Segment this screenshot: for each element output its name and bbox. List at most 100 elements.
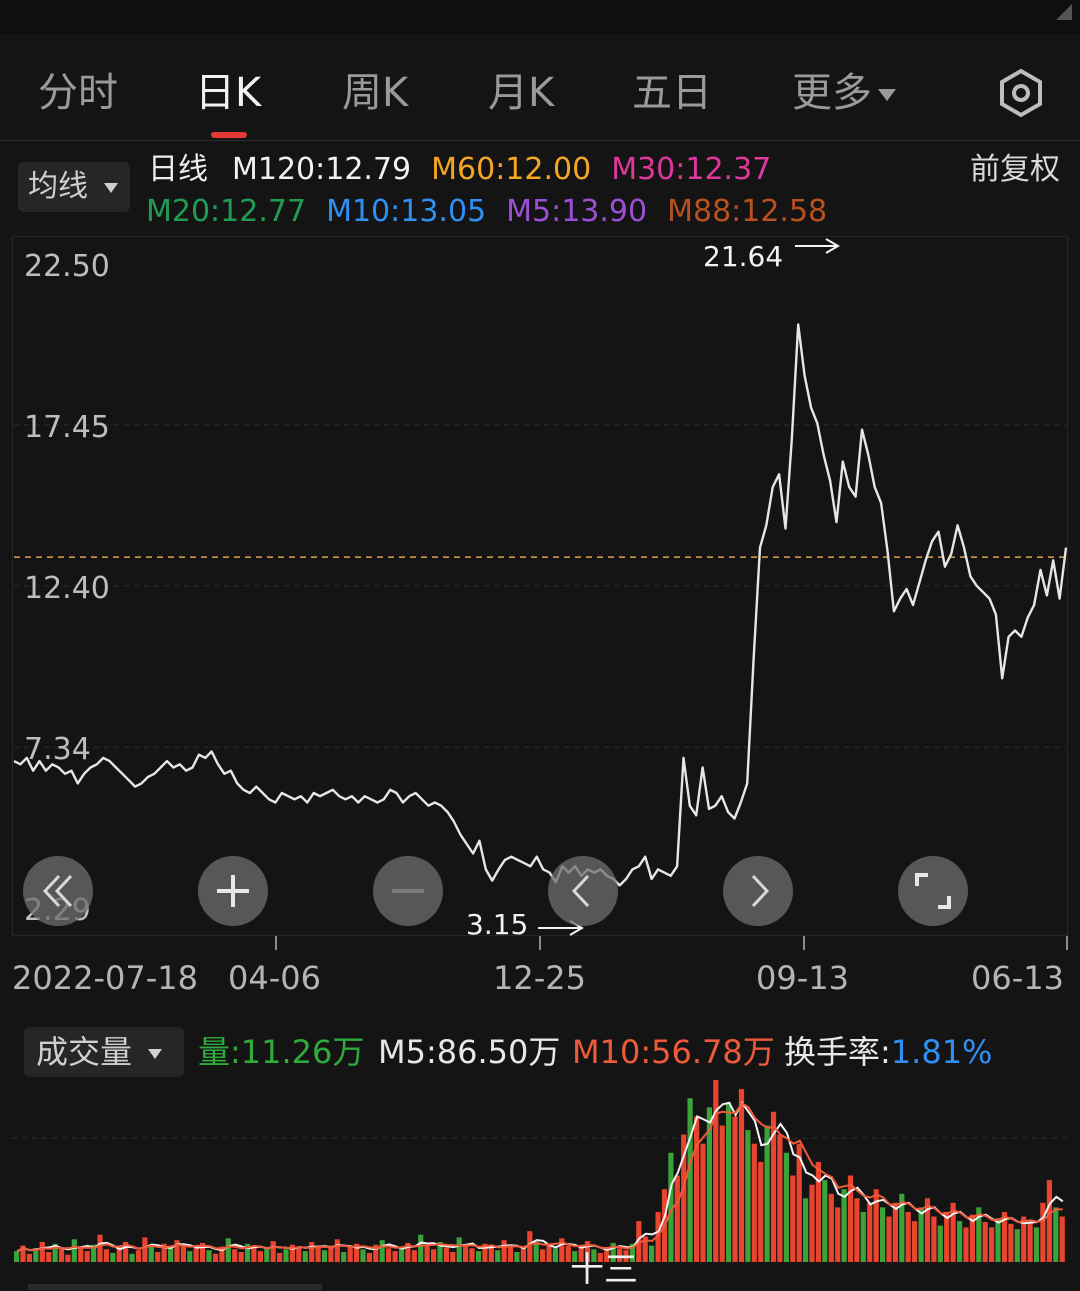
fullscreen-button[interactable]: [898, 856, 968, 926]
volume-bar: [264, 1248, 270, 1262]
y-tick-label: 22.50: [24, 249, 110, 284]
minus-icon: [392, 889, 424, 893]
volume-bar: [533, 1242, 539, 1262]
volume-bar: [103, 1249, 109, 1262]
volume-bar: [1059, 1216, 1065, 1262]
volume-bar: [790, 1175, 796, 1262]
volume-bar: [963, 1227, 969, 1262]
volume-bar: [187, 1251, 193, 1262]
volume-bar: [989, 1227, 995, 1262]
volume-bar: [283, 1249, 289, 1262]
volume-bar: [366, 1252, 372, 1262]
scroll-left-button[interactable]: [548, 856, 618, 926]
date-tick-mark: [1066, 936, 1068, 950]
volume-bar: [456, 1237, 462, 1262]
volume-bar: [815, 1161, 821, 1262]
volume-bar: [982, 1222, 988, 1262]
low-price-label: 3.15: [466, 908, 528, 941]
scroll-right-button[interactable]: [723, 856, 793, 926]
volume-bar: [674, 1175, 680, 1262]
bottom-caption: 十三: [570, 1250, 638, 1290]
volume-indicator-button[interactable]: 成交量: [24, 1027, 184, 1077]
volume-bar: [488, 1246, 494, 1262]
volume-bar: [841, 1189, 847, 1262]
volume-bar: [321, 1250, 328, 1262]
volume-bars: [14, 1080, 1065, 1263]
date-label: 06-13: [971, 959, 1064, 997]
volume-bar: [309, 1242, 315, 1262]
date-tick-mark: [275, 936, 277, 950]
high-arrow-icon: [795, 238, 840, 254]
turnover-rate: 换手率:1.81%: [784, 1030, 992, 1074]
volume-bar: [520, 1247, 526, 1262]
turnover-label: 换手率:: [784, 1033, 891, 1071]
volume-bar: [495, 1250, 501, 1262]
volume-bar: [411, 1250, 417, 1262]
chevron-left-icon: [571, 874, 590, 908]
volume-bar: [84, 1251, 90, 1262]
volume-bar: [507, 1245, 514, 1262]
volume-bar: [135, 1250, 142, 1262]
zoom-in-button[interactable]: [198, 856, 268, 926]
volume-bar: [501, 1240, 507, 1262]
bottom-handle: [28, 1284, 322, 1290]
volume-bar: [892, 1202, 898, 1262]
volume-bar: [206, 1250, 212, 1262]
volume-bar: [334, 1239, 340, 1263]
volume-bar: [46, 1252, 52, 1262]
volume-bar: [745, 1130, 751, 1262]
volume-bar: [424, 1245, 430, 1262]
rewind-button[interactable]: [23, 856, 93, 926]
volume-bar: [514, 1252, 520, 1262]
volume-bar: [180, 1244, 186, 1262]
volume-bar: [1046, 1180, 1052, 1262]
volume-bar: [867, 1202, 873, 1262]
volume-bar: [296, 1247, 302, 1262]
volume-bar: [360, 1249, 366, 1262]
volume-bar: [713, 1080, 719, 1262]
price-grid: [14, 424, 1066, 748]
volume-bar: [854, 1198, 860, 1262]
volume-bar: [944, 1211, 950, 1262]
volume-bar: [860, 1211, 866, 1262]
volume-bar: [212, 1253, 219, 1262]
volume-bar: [193, 1247, 199, 1262]
volume-bar: [726, 1102, 732, 1263]
volume-bar: [732, 1116, 738, 1262]
turnover-value: 1.81%: [890, 1033, 993, 1071]
volume-bar: [880, 1207, 886, 1262]
volume-bar: [828, 1193, 834, 1263]
volume-bar: [764, 1125, 770, 1262]
volume-bar: [26, 1253, 32, 1262]
volume-bar: [912, 1221, 918, 1262]
volume-bar: [463, 1244, 469, 1262]
y-axis-ticks: 22.5017.4512.407.342.29: [24, 249, 110, 928]
date-tick-mark: [803, 936, 805, 950]
volume-bar: [803, 1198, 809, 1262]
date-label: 2022-07-18: [12, 959, 198, 997]
volume-bar: [129, 1253, 135, 1262]
volume-bar: [97, 1234, 103, 1262]
volume-bar: [751, 1143, 757, 1262]
y-tick-label: 17.45: [24, 410, 110, 445]
volume-bar: [540, 1249, 546, 1262]
volume-bar: [110, 1252, 116, 1262]
high-price-label: 21.64: [703, 240, 783, 273]
y-tick-label: 12.40: [24, 571, 110, 606]
zoom-out-button[interactable]: [373, 856, 443, 926]
volume-chart[interactable]: [0, 1080, 1080, 1270]
volume-bar: [886, 1216, 892, 1262]
volume-bar: [1040, 1202, 1046, 1262]
volume-bar: [809, 1184, 815, 1262]
volume-bar: [719, 1125, 725, 1262]
volume-bar: [450, 1252, 456, 1262]
volume-bar: [847, 1175, 854, 1262]
volume-bar: [1008, 1223, 1014, 1262]
volume-bar: [302, 1251, 308, 1262]
plus-icon: [217, 875, 249, 907]
volume-bar: [700, 1143, 706, 1262]
double-chevron-left-icon: [42, 874, 73, 908]
volume-bar: [148, 1246, 154, 1262]
volume-bar: [649, 1245, 655, 1262]
volume-bar: [1053, 1207, 1059, 1262]
